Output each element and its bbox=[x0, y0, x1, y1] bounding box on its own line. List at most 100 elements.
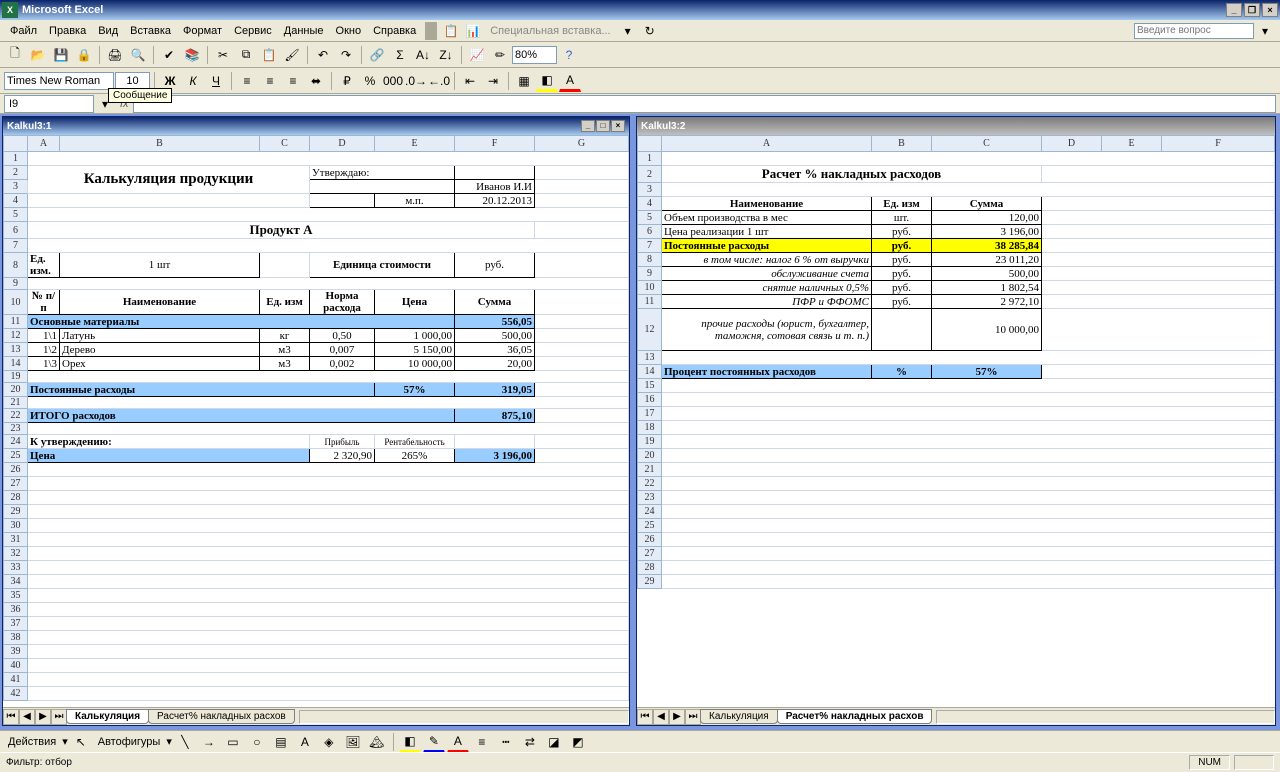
dropdown-icon[interactable]: ▾ bbox=[617, 20, 639, 42]
line-style-icon[interactable]: ≡ bbox=[471, 731, 493, 753]
percent-icon[interactable]: % bbox=[359, 70, 381, 92]
currency-icon[interactable]: ₽ bbox=[336, 70, 358, 92]
menu-edit[interactable]: Правка bbox=[43, 23, 92, 39]
select-arrow-icon[interactable]: ↖ bbox=[70, 731, 92, 753]
diagram-icon[interactable]: ◈ bbox=[318, 731, 340, 753]
window1-minimize[interactable]: _ bbox=[581, 120, 595, 132]
menu-help[interactable]: Справка bbox=[367, 23, 422, 39]
tab-first-icon[interactable]: ⏮ bbox=[3, 709, 19, 725]
menu-insert[interactable]: Вставка bbox=[124, 23, 177, 39]
menu-window[interactable]: Окно bbox=[330, 23, 368, 39]
menu-view[interactable]: Вид bbox=[92, 23, 124, 39]
draw-actions[interactable]: Действия bbox=[4, 734, 60, 750]
align-center-icon[interactable]: ≡ bbox=[259, 70, 281, 92]
paste-icon[interactable]: 📋 bbox=[258, 44, 280, 66]
restore-button[interactable]: ❐ bbox=[1244, 3, 1260, 17]
open-icon[interactable]: 📂 bbox=[27, 44, 49, 66]
tab2-raschet[interactable]: Расчет% накладных расхов bbox=[777, 709, 933, 724]
hyperlink-icon[interactable]: 🔗 bbox=[366, 44, 388, 66]
wordart-icon[interactable]: A bbox=[294, 731, 316, 753]
hscroll-1[interactable] bbox=[299, 710, 629, 724]
dec-decimal-icon[interactable]: ←.0 bbox=[428, 70, 450, 92]
refresh-icon[interactable]: ↻ bbox=[639, 20, 661, 42]
borders-icon[interactable]: ▦ bbox=[513, 70, 535, 92]
align-right-icon[interactable]: ≡ bbox=[282, 70, 304, 92]
grid2[interactable]: ABCDEF 1 2Расчет % накладных расходов 3 … bbox=[637, 135, 1275, 707]
research-icon[interactable]: 📊 bbox=[462, 20, 484, 42]
dash-icon[interactable]: ┅ bbox=[495, 731, 517, 753]
tab2-first-icon[interactable]: ⏮ bbox=[637, 709, 653, 725]
font-name-select[interactable] bbox=[4, 72, 114, 90]
sort-asc-icon[interactable]: A↓ bbox=[412, 44, 434, 66]
undo-icon[interactable]: ↶ bbox=[312, 44, 334, 66]
tab2-last-icon[interactable]: ⏭ bbox=[685, 709, 701, 725]
font-size-select[interactable] bbox=[115, 72, 150, 90]
font-color-icon[interactable]: A bbox=[559, 70, 581, 92]
tab-prev-icon[interactable]: ◀ bbox=[19, 709, 35, 725]
tab-last-icon[interactable]: ⏭ bbox=[51, 709, 67, 725]
inc-decimal-icon[interactable]: .0→ bbox=[405, 70, 427, 92]
line-color-icon[interactable]: ✎ bbox=[423, 731, 445, 753]
tab2-prev-icon[interactable]: ◀ bbox=[653, 709, 669, 725]
arrows-icon[interactable]: ⇄ bbox=[519, 731, 541, 753]
tab2-next-icon[interactable]: ▶ bbox=[669, 709, 685, 725]
help-icon[interactable]: ? bbox=[558, 44, 580, 66]
italic-icon[interactable]: К bbox=[182, 70, 204, 92]
line-icon[interactable]: ╲ bbox=[174, 731, 196, 753]
window2-titlebar[interactable]: Kalkul3:2 bbox=[637, 117, 1275, 135]
spell-icon[interactable]: ✔ bbox=[158, 44, 180, 66]
zoom-select[interactable] bbox=[512, 46, 557, 64]
drawing-icon[interactable]: ✏ bbox=[489, 44, 511, 66]
sort-desc-icon[interactable]: Z↓ bbox=[435, 44, 457, 66]
new-icon[interactable]: 🗋 bbox=[4, 44, 26, 66]
paste-special-icon[interactable]: 📋 bbox=[440, 20, 462, 42]
autoshapes[interactable]: Автофигуры bbox=[94, 734, 165, 750]
align-left-icon[interactable]: ≡ bbox=[236, 70, 258, 92]
clipart-icon[interactable]: 🖼 bbox=[342, 731, 364, 753]
copy-icon[interactable]: ⧉ bbox=[235, 44, 257, 66]
inc-indent-icon[interactable]: ⇥ bbox=[482, 70, 504, 92]
window1-maximize[interactable]: □ bbox=[596, 120, 610, 132]
redo-icon[interactable]: ↷ bbox=[335, 44, 357, 66]
grid1[interactable]: ABCDEFG 1 2Калькуляция продукцииУтвержда… bbox=[3, 135, 629, 707]
underline-icon[interactable]: Ч bbox=[205, 70, 227, 92]
preview-icon[interactable]: 🔍 bbox=[127, 44, 149, 66]
format-painter-icon[interactable]: 🖌 bbox=[281, 44, 303, 66]
fill-icon[interactable]: ◧ bbox=[399, 731, 421, 753]
research2-icon[interactable]: 📚 bbox=[181, 44, 203, 66]
window1-titlebar[interactable]: Kalkul3:1 _ □ × bbox=[3, 117, 629, 135]
dec-indent-icon[interactable]: ⇤ bbox=[459, 70, 481, 92]
fill-color-icon[interactable]: ◧ bbox=[536, 70, 558, 92]
tab-raschet[interactable]: Расчет% накладных расхов bbox=[148, 709, 295, 724]
cut-icon[interactable]: ✂ bbox=[212, 44, 234, 66]
hscroll-2[interactable] bbox=[936, 710, 1275, 724]
question-dropdown-icon[interactable]: ▾ bbox=[1254, 20, 1276, 42]
textbox-icon[interactable]: ▤ bbox=[270, 731, 292, 753]
close-button[interactable]: × bbox=[1262, 3, 1278, 17]
question-input[interactable] bbox=[1134, 23, 1254, 39]
formula-input[interactable] bbox=[133, 95, 1276, 113]
picture-icon[interactable]: 🏔 bbox=[366, 731, 388, 753]
print-icon[interactable]: 🖨 bbox=[104, 44, 126, 66]
oval-icon[interactable]: ○ bbox=[246, 731, 268, 753]
comma-icon[interactable]: 000 bbox=[382, 70, 404, 92]
menu-file[interactable]: Файл bbox=[4, 23, 43, 39]
tab-kalkulyatsiya[interactable]: Калькуляция bbox=[66, 709, 149, 724]
save-icon[interactable]: 💾 bbox=[50, 44, 72, 66]
rect-icon[interactable]: ▭ bbox=[222, 731, 244, 753]
menu-format[interactable]: Формат bbox=[177, 23, 228, 39]
minimize-button[interactable]: _ bbox=[1226, 3, 1242, 17]
font-color2-icon[interactable]: A bbox=[447, 731, 469, 753]
arrow-icon[interactable]: → bbox=[198, 731, 220, 753]
shadow-icon[interactable]: ◪ bbox=[543, 731, 565, 753]
menu-tools[interactable]: Сервис bbox=[228, 23, 278, 39]
menu-data[interactable]: Данные bbox=[278, 23, 330, 39]
tab2-kalkulyatsiya[interactable]: Калькуляция bbox=[700, 709, 778, 724]
3d-icon[interactable]: ◩ bbox=[567, 731, 589, 753]
window1-close[interactable]: × bbox=[611, 120, 625, 132]
autosum-icon[interactable]: Σ bbox=[389, 44, 411, 66]
name-box[interactable] bbox=[4, 95, 94, 113]
permission-icon[interactable]: 🔒 bbox=[73, 44, 95, 66]
tab-next-icon[interactable]: ▶ bbox=[35, 709, 51, 725]
chart-icon[interactable]: 📈 bbox=[466, 44, 488, 66]
